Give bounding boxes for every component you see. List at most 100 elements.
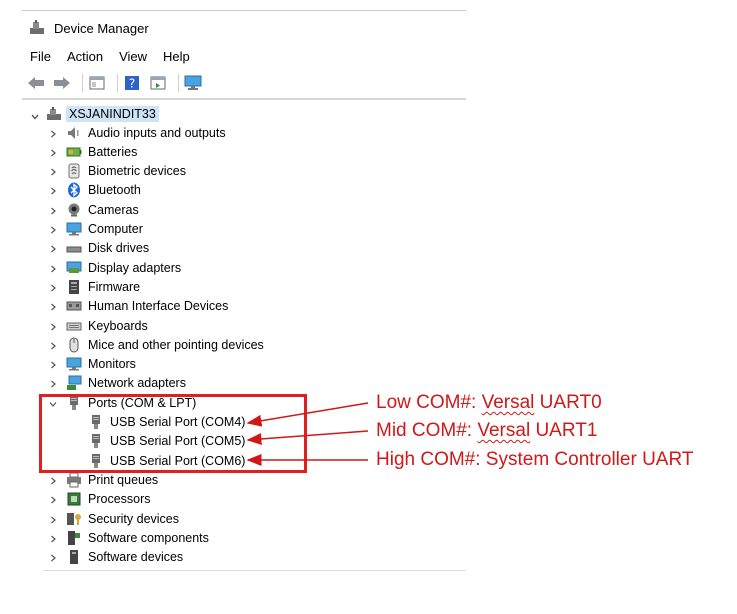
security-device-icon xyxy=(66,511,82,527)
tree-category-label: Cameras xyxy=(88,202,139,217)
window-bottom-border xyxy=(44,570,466,571)
tree-category-label: Network adapters xyxy=(88,376,186,391)
hid-icon xyxy=(66,298,82,314)
tree-category[interactable]: Software components xyxy=(48,528,209,547)
tree-category[interactable]: Biometric devices xyxy=(48,162,186,181)
chevron-right-icon[interactable] xyxy=(48,128,58,138)
toolbar-separator xyxy=(178,74,179,92)
tree-category-label: Display adapters xyxy=(88,260,182,275)
tree-category[interactable]: Mice and other pointing devices xyxy=(48,335,264,354)
annotation-low-com-suffix: UART0 xyxy=(534,392,602,413)
battery-icon xyxy=(66,144,82,160)
speaker-icon xyxy=(66,125,82,141)
monitor-icon xyxy=(66,221,82,237)
chevron-right-icon[interactable] xyxy=(48,243,58,253)
tree-category-label: Software devices xyxy=(88,550,184,565)
chevron-right-icon[interactable] xyxy=(48,224,58,234)
menu-help[interactable]: Help xyxy=(161,49,192,64)
toolbar-divider xyxy=(22,98,466,100)
chevron-right-icon[interactable] xyxy=(48,205,58,215)
menu-action[interactable]: Action xyxy=(65,49,105,64)
chevron-right-icon[interactable] xyxy=(48,514,58,524)
tree-category[interactable]: Disk drives xyxy=(48,239,149,258)
disk-drive-icon xyxy=(66,240,82,256)
update-driver-icon[interactable] xyxy=(148,73,168,93)
toolbar-separator xyxy=(82,74,83,92)
display-adapter-icon xyxy=(66,260,82,276)
tree-category-label: Print queues xyxy=(88,472,159,487)
computer-icon xyxy=(46,106,62,122)
tree-category[interactable]: Keyboards xyxy=(48,316,148,335)
menu-file[interactable]: File xyxy=(28,49,53,64)
annotation-mid-com: Mid COM#: Versal UART1 xyxy=(376,420,597,442)
chevron-right-icon[interactable] xyxy=(48,321,58,331)
tree-category-label: Monitors xyxy=(88,357,136,372)
tree-category[interactable]: Bluetooth xyxy=(48,181,141,200)
tree-category-label: Computer xyxy=(88,222,143,236)
window-title: Device Manager xyxy=(54,20,149,36)
chevron-right-icon[interactable] xyxy=(48,301,58,311)
tree-category[interactable]: Human Interface Devices xyxy=(48,297,228,316)
annotation-low-com-prefix: Low COM#: xyxy=(376,392,482,413)
menu-bar: File Action View Help xyxy=(28,49,204,64)
network-adapter-icon xyxy=(66,375,82,391)
fingerprint-icon xyxy=(66,163,82,179)
software-component-icon xyxy=(66,530,82,546)
tree-category[interactable]: Computer xyxy=(48,220,143,239)
properties-icon[interactable] xyxy=(87,73,107,93)
computer-name: XSJANINDIT33 xyxy=(66,106,159,122)
chevron-right-icon[interactable] xyxy=(48,147,58,157)
camera-icon xyxy=(66,202,82,218)
chevron-right-icon[interactable] xyxy=(48,552,58,562)
tree-category[interactable]: Batteries xyxy=(48,142,137,161)
tree-category-label: Bluetooth xyxy=(88,183,141,198)
ports-highlight-box xyxy=(39,394,307,473)
chevron-right-icon[interactable] xyxy=(48,166,58,176)
tree-category-label: Human Interface Devices xyxy=(88,299,229,314)
chevron-right-icon[interactable] xyxy=(48,378,58,388)
tree-category-label: Processors xyxy=(88,492,151,507)
chevron-right-icon[interactable] xyxy=(48,533,58,543)
tree-category[interactable]: Software devices xyxy=(48,548,183,567)
firmware-icon xyxy=(66,279,82,295)
tree-category[interactable]: Cameras xyxy=(48,200,139,219)
title-bar: Device Manager xyxy=(22,18,149,38)
tree-category-label: Software components xyxy=(88,530,209,545)
help-icon[interactable]: ? xyxy=(122,73,142,93)
tree-category[interactable]: Security devices xyxy=(48,509,179,528)
monitor-icon xyxy=(66,356,82,372)
chevron-right-icon[interactable] xyxy=(48,282,58,292)
window-top-border xyxy=(22,10,466,11)
tree-category-label: Mice and other pointing devices xyxy=(88,337,264,352)
svg-text:?: ? xyxy=(129,77,135,91)
annotation-low-com: Low COM#: Versal UART0 xyxy=(376,392,602,414)
tree-category[interactable]: Processors xyxy=(48,490,151,509)
tree-category[interactable]: Network adapters xyxy=(48,374,186,393)
processor-icon xyxy=(66,491,82,507)
tree-category[interactable]: Audio inputs and outputs xyxy=(48,123,226,142)
bluetooth-icon xyxy=(66,182,82,198)
tree-category[interactable]: Print queues xyxy=(48,470,158,489)
chevron-right-icon[interactable] xyxy=(48,340,58,350)
tree-category[interactable]: Firmware xyxy=(48,277,140,296)
annotation-high-com-prefix: High COM#: System Controller UART xyxy=(376,449,694,470)
tree-category-label: Firmware xyxy=(88,279,141,294)
tree-category[interactable]: Monitors xyxy=(48,355,136,374)
tree-root[interactable]: XSJANINDIT33 xyxy=(30,104,159,124)
back-arrow-icon[interactable] xyxy=(26,73,46,93)
annotation-mid-com-squiggle: Versal xyxy=(477,420,531,441)
chevron-down-icon[interactable] xyxy=(30,109,40,120)
chevron-right-icon[interactable] xyxy=(48,359,58,369)
annotation-mid-com-prefix: Mid COM#: xyxy=(376,420,478,441)
chevron-right-icon[interactable] xyxy=(48,185,58,195)
device-manager-window: Device Manager File Action View Help ? X… xyxy=(22,0,466,572)
menu-view[interactable]: View xyxy=(117,49,149,64)
scan-hardware-icon[interactable] xyxy=(183,73,203,93)
chevron-right-icon[interactable] xyxy=(48,475,58,485)
device-manager-icon xyxy=(28,19,46,37)
tree-category[interactable]: Display adapters xyxy=(48,258,181,277)
chevron-right-icon[interactable] xyxy=(48,263,58,273)
chevron-right-icon[interactable] xyxy=(48,494,58,504)
toolbar-separator xyxy=(117,74,118,92)
forward-arrow-icon[interactable] xyxy=(52,73,72,93)
